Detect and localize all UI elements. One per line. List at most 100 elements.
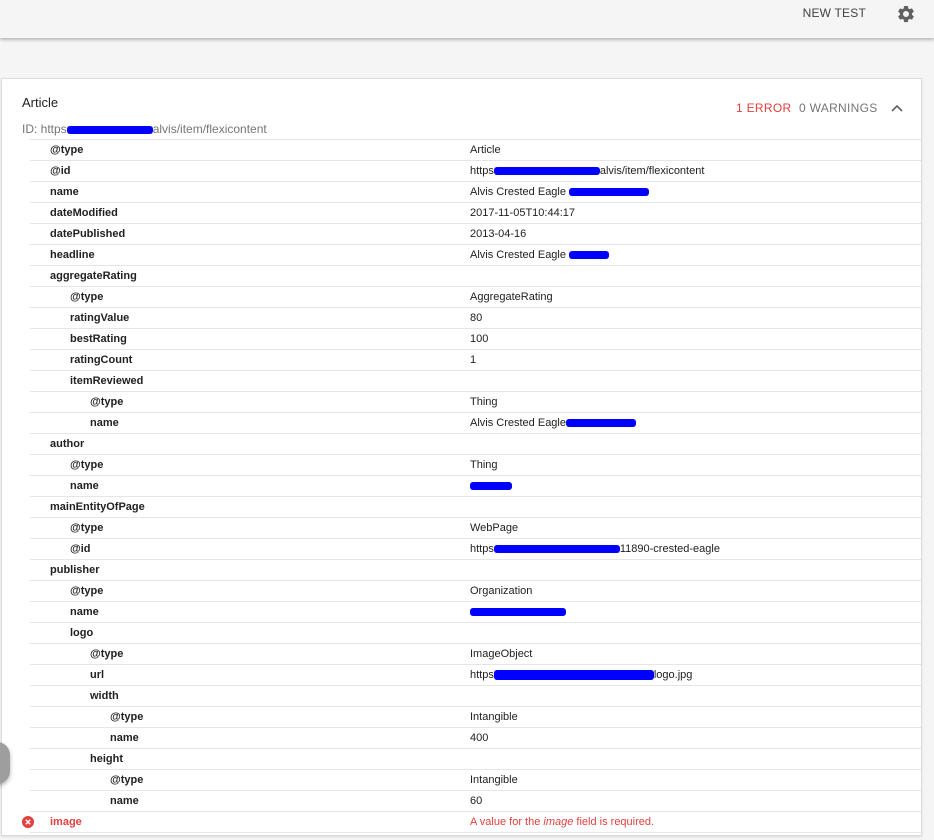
error-count[interactable]: 1 ERROR	[736, 101, 791, 115]
redaction-mark	[566, 419, 636, 428]
table-row[interactable]: itemReviewed	[30, 370, 921, 391]
property-value: https 11890-crested-eagle	[470, 543, 720, 555]
property-value: 2013-04-16	[470, 228, 527, 240]
redaction-mark	[569, 251, 610, 260]
property-value: https alvis/item/flexicontent	[470, 165, 705, 177]
chevron-up-icon[interactable]	[890, 101, 904, 115]
property-key: name	[50, 186, 79, 198]
property-value: Intangible	[470, 774, 518, 786]
table-row[interactable]: @id https 11890-crested-eagle	[30, 538, 921, 559]
table-row[interactable]: mainEntityOfPage	[30, 496, 921, 517]
table-row[interactable]: aggregateRating	[30, 265, 921, 286]
top-toolbar: NEW TEST	[0, 0, 934, 38]
property-key: @type	[70, 291, 104, 303]
table-row[interactable]: dateModified 2017-11-05T10:44:17	[30, 202, 921, 223]
table-row[interactable]: headline Alvis Crested Eagle	[30, 244, 921, 265]
property-value: Intangible	[470, 711, 518, 723]
table-row[interactable]: @type AggregateRating	[30, 286, 921, 307]
table-row[interactable]: publisher	[30, 559, 921, 580]
property-key: height	[90, 753, 123, 765]
property-key: name	[70, 480, 99, 492]
error-icon	[22, 816, 34, 828]
property-value: Alvis Crested Eagle	[470, 245, 610, 265]
structured-data-card: Article ID: https alvis/item/flexicontent…	[1, 78, 922, 836]
error-row[interactable]: image A value for the image field is req…	[22, 811, 921, 833]
table-row[interactable]: @type ImageObject	[30, 643, 921, 664]
property-table: @type Article @id https alvis/item/flexicon…	[22, 139, 921, 833]
table-row[interactable]: author	[30, 433, 921, 454]
property-key: datePublished	[50, 228, 126, 240]
property-value: 80	[470, 312, 483, 324]
property-key: @type	[110, 774, 144, 786]
new-test-button[interactable]: NEW TEST	[803, 6, 866, 20]
property-value: WebPage	[470, 522, 519, 534]
card-id-suffix: alvis/item/flexicontent	[152, 122, 267, 136]
property-value: 100	[470, 333, 489, 345]
property-value: Thing	[470, 396, 498, 408]
property-key: aggregateRating	[50, 270, 137, 282]
table-row[interactable]: datePublished 2013-04-16	[30, 223, 921, 244]
property-value: Alvis Crested Eagle	[470, 413, 636, 433]
table-row[interactable]: @type Thing	[30, 391, 921, 412]
property-key: name	[70, 606, 99, 618]
property-key: headline	[50, 249, 95, 261]
property-value: 400	[470, 732, 489, 744]
property-key: @type	[70, 585, 104, 597]
table-row[interactable]: @type Intangible	[30, 769, 921, 790]
property-key: @type	[70, 522, 104, 534]
property-key: @type	[90, 396, 124, 408]
property-value: 60	[470, 795, 483, 807]
table-row[interactable]: ratingCount 1	[30, 349, 921, 370]
property-key: itemReviewed	[70, 375, 144, 387]
table-row[interactable]: height	[30, 748, 921, 769]
property-key: @type	[90, 648, 124, 660]
property-key: ratingValue	[70, 312, 130, 324]
property-key: dateModified	[50, 207, 118, 219]
table-row[interactable]: name	[30, 475, 921, 496]
property-key: bestRating	[70, 333, 127, 345]
table-row[interactable]: width	[30, 685, 921, 706]
table-row[interactable]: logo	[30, 622, 921, 643]
table-row[interactable]: @id https alvis/item/flexicontent	[30, 160, 921, 181]
table-row[interactable]: name Alvis Crested Eagle	[30, 181, 921, 202]
property-value	[470, 476, 512, 496]
table-row[interactable]: @type Intangible	[30, 706, 921, 727]
gear-icon[interactable]	[896, 4, 916, 24]
table-row[interactable]: name 60	[30, 790, 921, 811]
property-value: AggregateRating	[470, 291, 553, 303]
property-value: Alvis Crested Eagle	[470, 182, 650, 202]
table-row[interactable]: url https logo.jpg	[30, 664, 921, 685]
property-key: name	[110, 795, 139, 807]
property-value: Organization	[470, 585, 533, 597]
property-key: name	[90, 417, 119, 429]
property-key: image	[50, 816, 82, 828]
property-value	[470, 602, 566, 622]
table-row[interactable]: @type Organization	[30, 580, 921, 601]
redaction-mark	[470, 608, 566, 617]
table-row[interactable]: @type Thing	[30, 454, 921, 475]
table-row[interactable]: @type WebPage	[30, 517, 921, 538]
property-key: @type	[50, 144, 84, 156]
property-key: width	[90, 690, 119, 702]
property-key: @type	[110, 711, 144, 723]
redaction-mark	[493, 545, 620, 554]
property-key: url	[90, 669, 105, 681]
table-row[interactable]: name Alvis Crested Eagle	[30, 412, 921, 433]
warning-count[interactable]: 0 WARNINGS	[799, 101, 878, 115]
property-key: logo	[70, 627, 94, 639]
property-key: mainEntityOfPage	[50, 501, 145, 513]
table-row[interactable]: @type Article	[30, 139, 921, 160]
property-key: @id	[50, 165, 71, 177]
property-key: name	[110, 732, 139, 744]
property-value: Thing	[470, 459, 498, 471]
redaction-mark	[493, 670, 654, 681]
card-id-prefix: ID: https	[22, 122, 67, 136]
card-id: ID: https alvis/item/flexicontent	[22, 122, 267, 136]
table-row[interactable]: ratingValue 80	[30, 307, 921, 328]
table-row[interactable]: bestRating 100	[30, 328, 921, 349]
redaction-mark	[493, 167, 600, 176]
table-row[interactable]: name 400	[30, 727, 921, 748]
table-row[interactable]: name	[30, 601, 921, 622]
property-key: @id	[70, 543, 91, 555]
property-key: publisher	[50, 564, 100, 576]
